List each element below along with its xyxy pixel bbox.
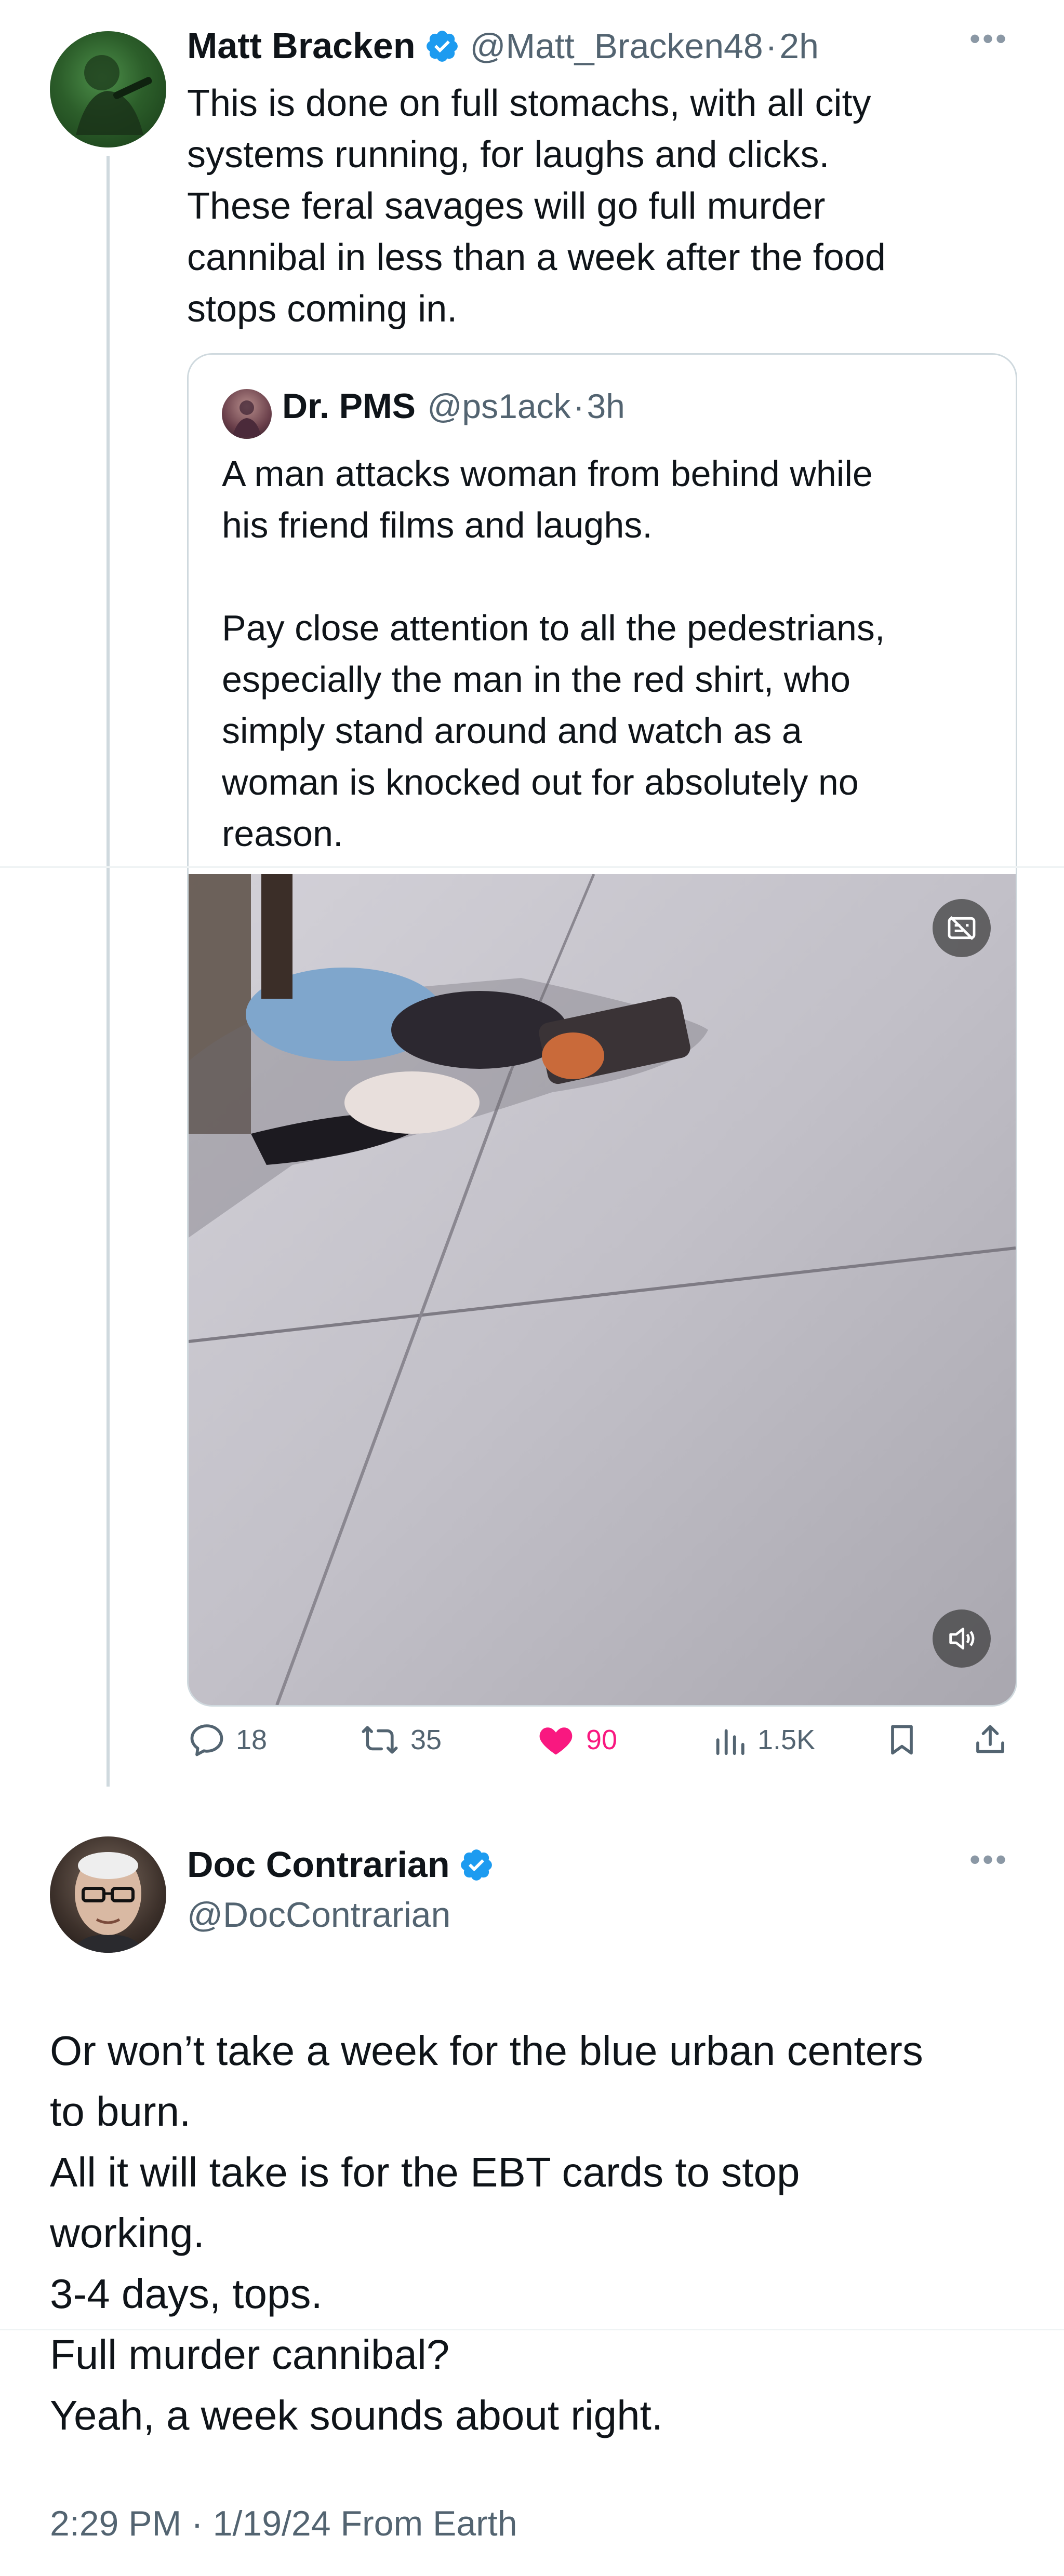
repost-button[interactable]: 35 — [358, 1714, 442, 1766]
post-time[interactable]: 2h — [779, 26, 819, 66]
quote-avatar-image — [232, 400, 261, 437]
like-button[interactable]: 90 — [535, 1714, 617, 1766]
views-button[interactable]: 1.5K — [712, 1714, 815, 1766]
author-name[interactable]: Matt Bracken — [187, 25, 416, 66]
captions-icon — [948, 916, 976, 941]
volume-button[interactable] — [933, 1609, 991, 1668]
divider — [0, 2329, 1064, 2330]
quoted-tweet-card[interactable]: Dr. PMS @ps1ack · 3h A man attacks woman… — [187, 353, 1017, 1707]
heart-icon — [539, 1727, 573, 1755]
quote-header: Dr. PMS @ps1ack · 3h — [282, 386, 625, 426]
avatar-image — [76, 55, 152, 135]
tweet1-header: Matt Bracken @Matt_Bracken48 · 2h — [187, 25, 819, 66]
quote-dot-separator: · — [573, 387, 584, 425]
author-handle[interactable]: @Matt_Bracken48 — [470, 26, 763, 66]
reply-button[interactable]: 18 — [187, 1714, 267, 1766]
tweet2-name-row: Doc Contrarian — [187, 1844, 502, 1885]
bookmark-icon — [891, 1725, 913, 1755]
video-player[interactable] — [189, 874, 1016, 1705]
avatar-doc-contrarian[interactable] — [50, 1836, 166, 1953]
reply-icon — [190, 1724, 223, 1756]
like-count: 90 — [586, 1724, 618, 1755]
verified-badge-icon — [461, 1849, 492, 1881]
quote-author-handle[interactable]: @ps1ack — [427, 387, 570, 425]
dot-separator: · — [765, 26, 777, 66]
quote-avatar[interactable] — [222, 389, 272, 439]
bookmark-button[interactable] — [883, 1714, 921, 1766]
tweet1-text: This is done on full stomachs, with all … — [187, 83, 886, 330]
view-count: 1.5K — [757, 1724, 816, 1755]
avatar-matt-bracken[interactable] — [50, 31, 166, 147]
repost-count: 35 — [410, 1724, 442, 1755]
repost-icon — [362, 1726, 398, 1754]
tweet2-text: Or won’t take a week for the blue urban … — [50, 2028, 923, 2438]
reply-count: 18 — [236, 1724, 268, 1755]
video-frame — [189, 874, 1016, 1705]
thread-connector-line — [107, 156, 110, 1787]
views-icon — [716, 1729, 744, 1755]
verified-badge-icon — [427, 31, 458, 62]
volume-icon — [949, 1627, 975, 1650]
captions-button[interactable] — [933, 899, 991, 957]
author-handle[interactable]: @DocContrarian — [187, 1895, 450, 1935]
avatar-image — [71, 1852, 145, 1953]
share-button[interactable] — [972, 1714, 1009, 1766]
author-name[interactable]: Doc Contrarian — [187, 1844, 450, 1885]
divider — [0, 866, 1064, 868]
post-timestamp[interactable]: 2:29 PM · 1/19/24 From Earth — [50, 2503, 517, 2544]
quote-text: A man attacks woman from behind while hi… — [222, 453, 885, 854]
action-bar: 18 35 90 1.5K — [187, 1714, 1014, 1766]
more-icon[interactable]: ••• — [969, 1842, 1008, 1877]
quote-post-time[interactable]: 3h — [587, 387, 624, 425]
share-icon — [976, 1725, 1004, 1753]
more-icon[interactable]: ••• — [969, 21, 1008, 57]
quote-author-name[interactable]: Dr. PMS — [282, 386, 416, 426]
